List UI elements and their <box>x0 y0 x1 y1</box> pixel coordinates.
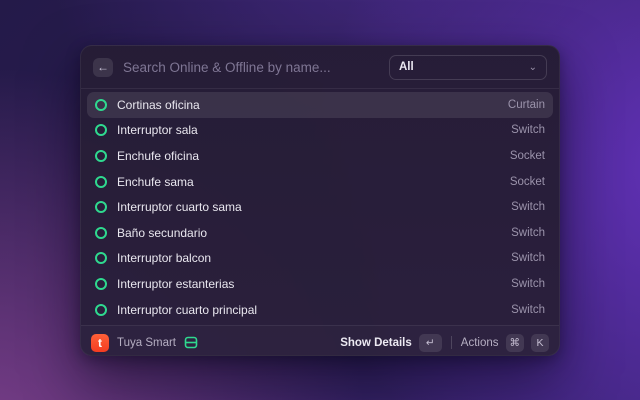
list-item[interactable]: Interruptor cuarto principal Switch <box>87 297 553 323</box>
list-item[interactable]: Enchufe sama Socket <box>87 169 553 195</box>
list-item-accessory: Switch <box>511 304 545 316</box>
device-status-icon <box>95 176 107 188</box>
back-button[interactable]: ← <box>93 58 113 77</box>
filter-dropdown[interactable]: All ⌄ <box>389 55 547 80</box>
device-status-icon <box>95 278 107 290</box>
list-item[interactable]: Cortinas oficina Curtain <box>87 92 553 118</box>
actions-button[interactable]: Actions <box>461 337 499 349</box>
device-status-icon <box>95 150 107 162</box>
list-item[interactable]: Baño secundario Switch <box>87 220 553 246</box>
filter-selected-value: All <box>399 61 414 73</box>
list-item-title: Baño secundario <box>117 226 207 240</box>
list-item-accessory: Switch <box>511 124 545 136</box>
device-socket-icon <box>184 336 198 349</box>
list-item[interactable]: Interruptor balcon Switch <box>87 246 553 272</box>
list-item-title: Cortinas oficina <box>117 98 200 112</box>
list-item-title: Interruptor cuarto sama <box>117 200 242 214</box>
list-item-title: Interruptor estanterias <box>117 277 234 291</box>
list-item-accessory: Switch <box>511 227 545 239</box>
list-item-title: Interruptor cuarto principal <box>117 303 257 317</box>
list-item-accessory: Switch <box>511 252 545 264</box>
device-status-icon <box>95 99 107 111</box>
list-item-accessory: Switch <box>511 201 545 213</box>
footer-app-name: Tuya Smart <box>117 337 176 349</box>
launcher-window: ← All ⌄ Cortinas oficina Curtain Interru… <box>80 45 560 356</box>
search-input[interactable] <box>123 60 389 75</box>
list-item[interactable]: Interruptor sala Switch <box>87 118 553 144</box>
list-item[interactable]: Enchufe oficina Socket <box>87 143 553 169</box>
tuya-logo-icon: t <box>91 334 109 352</box>
list-item-title: Enchufe oficina <box>117 149 199 163</box>
device-status-icon <box>95 252 107 264</box>
chevron-down-icon: ⌄ <box>529 62 537 73</box>
list-item-title: Interruptor sala <box>117 123 198 137</box>
footer-bar: t Tuya Smart Show Details ↵ Actions ⌘ K <box>81 325 559 356</box>
k-key-icon: K <box>531 334 549 352</box>
list-item-title: Enchufe sama <box>117 175 194 189</box>
device-status-icon <box>95 124 107 136</box>
list-item-accessory: Socket <box>510 150 545 162</box>
back-arrow-icon: ← <box>97 60 109 74</box>
device-status-icon <box>95 304 107 316</box>
list-item-accessory: Switch <box>511 278 545 290</box>
list-item-accessory: Socket <box>510 176 545 188</box>
list-item-title: Interruptor balcon <box>117 251 211 265</box>
list-item-accessory: Curtain <box>508 99 545 111</box>
list-item[interactable]: Interruptor estanterias Switch <box>87 271 553 297</box>
device-list: Cortinas oficina Curtain Interruptor sal… <box>81 89 559 325</box>
tuya-logo-letter: t <box>98 336 102 350</box>
device-status-icon <box>95 227 107 239</box>
device-status-icon <box>95 201 107 213</box>
footer-divider <box>451 336 452 349</box>
return-key-icon: ↵ <box>419 334 442 352</box>
show-details-button[interactable]: Show Details <box>340 337 412 349</box>
command-key-icon: ⌘ <box>506 334 525 352</box>
search-header: ← All ⌄ <box>81 46 559 89</box>
list-item[interactable]: Interruptor cuarto sama Switch <box>87 194 553 220</box>
